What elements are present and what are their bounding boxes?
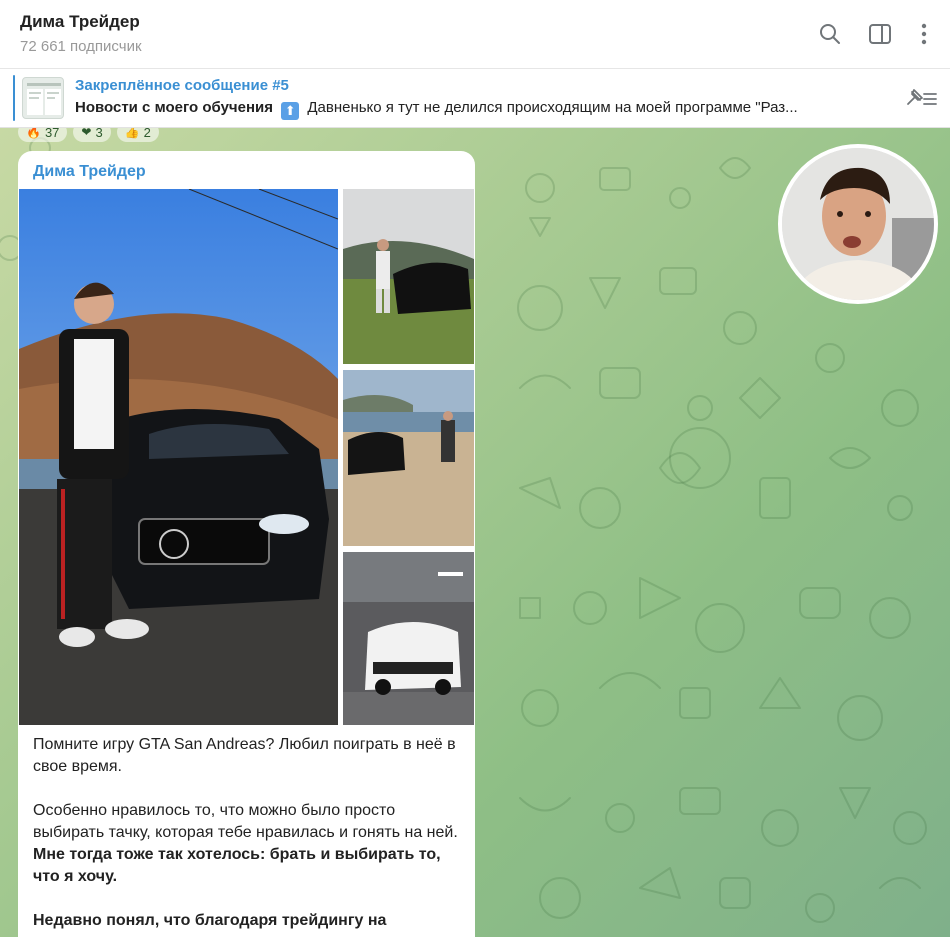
search-icon [820, 24, 840, 44]
pinned-message-bar[interactable]: Закреплённое сообщение #5 Новости с моег… [0, 69, 950, 128]
photo-white-suv-garage [343, 552, 474, 725]
pinned-list-button[interactable] [902, 86, 940, 112]
more-vertical-icon [921, 23, 927, 45]
message-author[interactable]: Дима Трейдер [33, 163, 146, 181]
message-bubble[interactable]: Дима Трейдер Помните игру GTA San Andrea… [18, 151, 475, 937]
reaction-fire[interactable]: 🔥 37 [18, 128, 68, 142]
photo-side-1[interactable] [343, 189, 474, 364]
message-text-plain: Особенно нравилось то, что можно было пр… [33, 802, 458, 841]
pinned-indicator [13, 75, 15, 121]
photo-car-beach [343, 370, 474, 546]
reaction-count: 37 [44, 128, 60, 140]
photo-side-3[interactable] [343, 552, 474, 725]
pinned-title: Закреплённое сообщение #5 [75, 77, 289, 94]
reaction-count: 2 [143, 128, 151, 140]
chat-area[interactable]: 🔥 37 ❤ 3 👍 2 Дима Трейдер Помните игру G… [0, 128, 950, 937]
photo-man-field-car [343, 189, 474, 364]
message-paragraph-3: Недавно понял, что благодаря трейдингу н… [33, 910, 463, 932]
reaction-heart[interactable]: ❤ 3 [73, 128, 111, 142]
round-video-message[interactable] [778, 144, 938, 304]
message-text-bold: Мне тогда тоже так хотелось: брать и выб… [33, 846, 441, 885]
fire-emoji-icon: 🔥 [26, 128, 41, 139]
photo-man-with-black-car [19, 189, 338, 725]
reaction-count: 3 [95, 128, 103, 140]
subscriber-count: 72 661 подписчик [20, 38, 142, 55]
reaction-thumbs-up[interactable]: 👍 2 [116, 128, 159, 142]
photo-side-2[interactable] [343, 370, 474, 546]
pinned-thumbnail [22, 77, 64, 119]
message-text: Помните игру GTA San Andreas? Любил поиг… [33, 734, 463, 937]
arrow-up-emoji-icon: ⬆ [281, 102, 300, 120]
pinned-text: Давненько я тут не делился происходящим … [307, 99, 798, 116]
video-avatar-man [782, 148, 934, 300]
channel-title[interactable]: Дима Трейдер [20, 12, 140, 32]
sidebar-toggle-button[interactable] [866, 20, 894, 48]
message-paragraph-2: Особенно нравилось то, что можно было пр… [33, 800, 463, 888]
thumbs-up-emoji-icon: 👍 [124, 128, 140, 139]
sidebar-toggle-icon [869, 24, 891, 44]
heart-emoji-icon: ❤ [81, 128, 92, 139]
reactions-row: 🔥 37 ❤ 3 👍 2 [18, 128, 159, 142]
pin-list-icon [907, 89, 937, 105]
search-button[interactable] [816, 20, 844, 48]
pinned-bold-text: Новости с моего обучения [75, 99, 274, 116]
more-button[interactable] [910, 20, 938, 48]
photo-main[interactable] [19, 189, 338, 725]
message-text-bold: Недавно понял, что благодаря трейдингу н… [33, 912, 387, 929]
message-paragraph-1: Помните игру GTA San Andreas? Любил поиг… [33, 736, 456, 775]
chat-header: Дима Трейдер 72 661 подписчик [0, 0, 950, 69]
pinned-preview: Новости с моего обучения ⬆ Давненько я т… [75, 99, 885, 120]
